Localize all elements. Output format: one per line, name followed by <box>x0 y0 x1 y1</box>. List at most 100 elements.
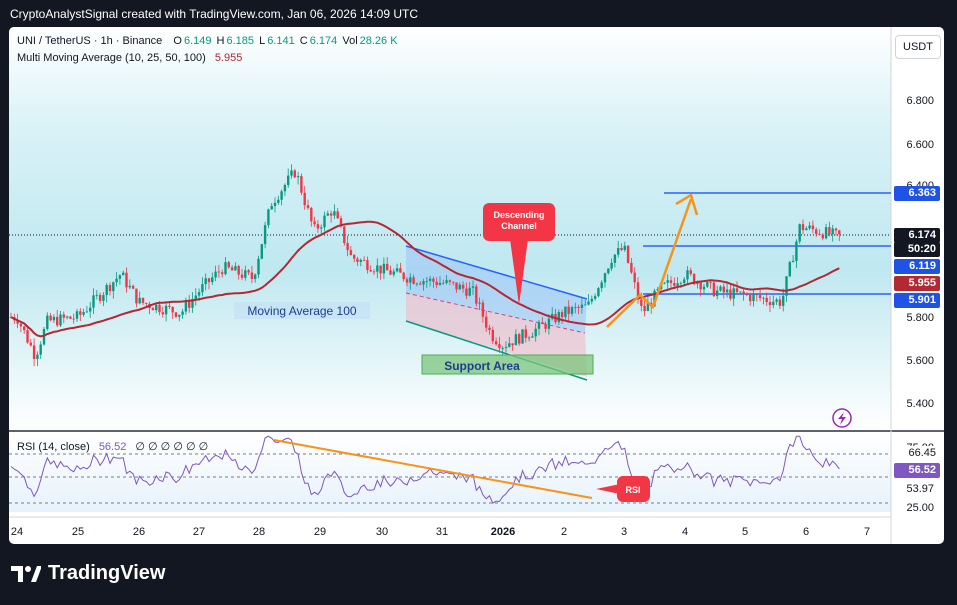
candle-body <box>184 301 188 312</box>
candle-body <box>498 344 501 349</box>
chart-frame[interactable]: Support Area Moving Average 100 Descendi… <box>9 27 944 544</box>
candle-body <box>260 244 263 259</box>
candle-body <box>775 299 778 302</box>
candle-body <box>590 298 593 302</box>
candle-body <box>409 277 412 283</box>
price-badge-5901: 5.901 <box>894 293 940 308</box>
candle-body <box>729 289 732 299</box>
candle-body <box>62 314 65 318</box>
chart-svg[interactable]: Support Area Moving Average 100 Descendi… <box>9 27 944 544</box>
support-area-label: Support Area <box>444 359 520 373</box>
candle-body <box>663 282 666 284</box>
candle-body <box>597 288 600 297</box>
candle-body <box>283 185 287 192</box>
candle-body <box>633 272 636 283</box>
tradingview-logo-text: TradingView <box>48 562 166 584</box>
candle-body <box>531 336 534 338</box>
candle-body <box>122 272 125 276</box>
candle-body <box>547 318 551 329</box>
candle-body <box>640 299 643 306</box>
candle-body <box>508 343 511 347</box>
candle-body <box>593 296 597 299</box>
candle-body <box>560 312 564 318</box>
time-tick: 2 <box>561 526 567 538</box>
time-tick: 29 <box>314 526 326 538</box>
candle-body <box>683 279 686 283</box>
candle-body <box>537 322 541 329</box>
candle-body <box>52 316 56 321</box>
candle-body <box>795 241 798 261</box>
indicator-value: 5.955 <box>214 52 243 64</box>
candle-body <box>56 316 59 326</box>
candle-body <box>171 306 174 313</box>
time-tick: 26 <box>133 526 145 538</box>
candle-body <box>742 291 745 295</box>
time-tick: 27 <box>193 526 205 538</box>
candle-body <box>323 215 326 228</box>
candle-body <box>112 282 115 292</box>
close-label: C <box>299 35 308 47</box>
symbol-name: UNI / TetherUS · 1h · Binance <box>17 35 163 47</box>
candle-body <box>471 286 475 288</box>
candle-body <box>254 274 257 279</box>
candle-body <box>494 341 498 345</box>
rsi-badge-last: 56.52 <box>894 463 940 478</box>
candle-body <box>277 199 280 203</box>
candle-body <box>181 311 184 315</box>
candle-body <box>488 327 491 330</box>
candle-body <box>300 176 303 193</box>
candle-body <box>356 258 359 262</box>
price-tick: 6.600 <box>906 139 934 151</box>
candle-body <box>82 311 85 315</box>
candle-body <box>23 326 26 331</box>
time-tick: 7 <box>864 526 870 538</box>
candle-body <box>758 295 762 299</box>
candle-body <box>138 297 141 304</box>
candle-body <box>382 263 386 274</box>
time-tick: 24 <box>11 526 23 538</box>
candle-body <box>666 280 669 283</box>
page: CryptoAnalystSignal created with Trading… <box>0 0 957 605</box>
candle-body <box>379 265 382 274</box>
candle-body <box>329 213 333 216</box>
indicator-legend[interactable]: Multi Moving Average (10, 25, 50, 100) 5… <box>17 52 244 64</box>
candle-body <box>834 228 838 231</box>
candle-body <box>155 304 158 311</box>
candle-body <box>600 282 603 289</box>
candle-body <box>263 225 267 245</box>
candle-body <box>518 334 521 344</box>
candle-body <box>320 227 323 229</box>
tradingview-logo[interactable]: TradingView <box>11 562 165 585</box>
high-value: 6.185 <box>226 35 255 47</box>
time-tick: 4 <box>682 526 688 538</box>
symbol-legend[interactable]: UNI / TetherUS · 1h · Binance O 6.149 H 6.… <box>17 35 400 47</box>
candle-body <box>643 305 646 312</box>
currency-button[interactable]: USDT <box>895 35 941 59</box>
candle-body <box>306 205 310 208</box>
candle-body <box>557 312 560 323</box>
candle-body <box>131 285 135 289</box>
candle-body <box>607 268 610 274</box>
candle-body <box>287 175 290 186</box>
candle-body <box>349 250 353 256</box>
candle-body <box>343 226 346 244</box>
rsi-legend[interactable]: RSI (14, close) 56.52 ∅ ∅ ∅ ∅ ∅ ∅ <box>17 440 210 453</box>
candle-body <box>389 270 392 275</box>
candle-body <box>719 286 722 291</box>
candle-body <box>630 262 633 273</box>
candle-body <box>669 280 673 284</box>
candle-body <box>227 262 230 268</box>
candle-body <box>362 259 366 261</box>
candle-body <box>26 330 29 343</box>
candle-body <box>534 328 537 337</box>
candle-body <box>452 281 455 283</box>
price-tick: 6.800 <box>906 95 934 107</box>
candle-body <box>49 315 52 321</box>
candle-body <box>197 292 201 296</box>
candle-body <box>75 311 79 319</box>
candle-body <box>514 334 518 346</box>
candle-body <box>168 305 171 307</box>
candle-body <box>732 288 735 299</box>
candle-body <box>791 260 795 263</box>
tradingview-logo-icon <box>11 565 41 582</box>
